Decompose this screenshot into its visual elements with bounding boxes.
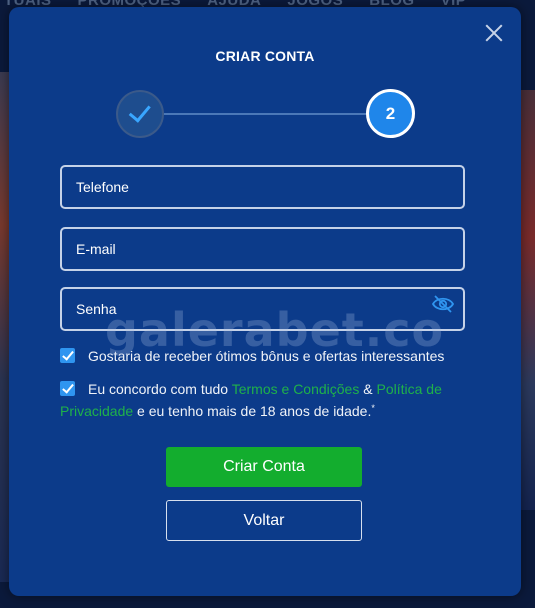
- email-input[interactable]: [62, 229, 463, 269]
- email-field-wrapper: [60, 227, 465, 271]
- terms-consent-label: Eu concordo com tudo Termos e Condições …: [60, 378, 460, 422]
- required-mark: *: [371, 403, 375, 413]
- modal-title: CRIAR CONTA: [215, 48, 315, 64]
- password-field-wrapper: [60, 287, 465, 331]
- terms-consent-row: Eu concordo com tudo Termos e Condições …: [60, 378, 460, 422]
- create-account-button[interactable]: Criar Conta: [166, 447, 362, 487]
- step-2-current: 2: [366, 89, 415, 138]
- terms-suffix: e eu tenho mais de 18 anos de idade.: [137, 403, 372, 419]
- create-account-modal: CRIAR CONTA 2 Gostaria de receber ótimos…: [9, 7, 521, 596]
- bonus-consent-row: Gostaria de receber ótimos bônus e ofert…: [60, 345, 460, 367]
- phone-field-wrapper: [60, 165, 465, 209]
- password-input[interactable]: [62, 289, 463, 329]
- close-icon[interactable]: [485, 24, 503, 42]
- bonus-checkbox[interactable]: [60, 348, 75, 363]
- background-banner-right: [521, 90, 535, 510]
- terms-link[interactable]: Termos e Condições: [232, 381, 360, 397]
- bonus-consent-label: Gostaria de receber ótimos bônus e ofert…: [88, 348, 445, 364]
- step-indicator: 2: [116, 89, 415, 139]
- eye-slash-icon[interactable]: [431, 294, 455, 314]
- terms-ampersand: &: [363, 381, 373, 397]
- check-icon: [128, 99, 151, 123]
- terms-checkbox[interactable]: [60, 381, 75, 396]
- back-button[interactable]: Voltar: [166, 500, 362, 541]
- step-1-completed: [116, 90, 164, 138]
- terms-prefix: Eu concordo com tudo: [88, 381, 229, 397]
- phone-input[interactable]: [62, 167, 463, 207]
- step-connector: [163, 113, 368, 115]
